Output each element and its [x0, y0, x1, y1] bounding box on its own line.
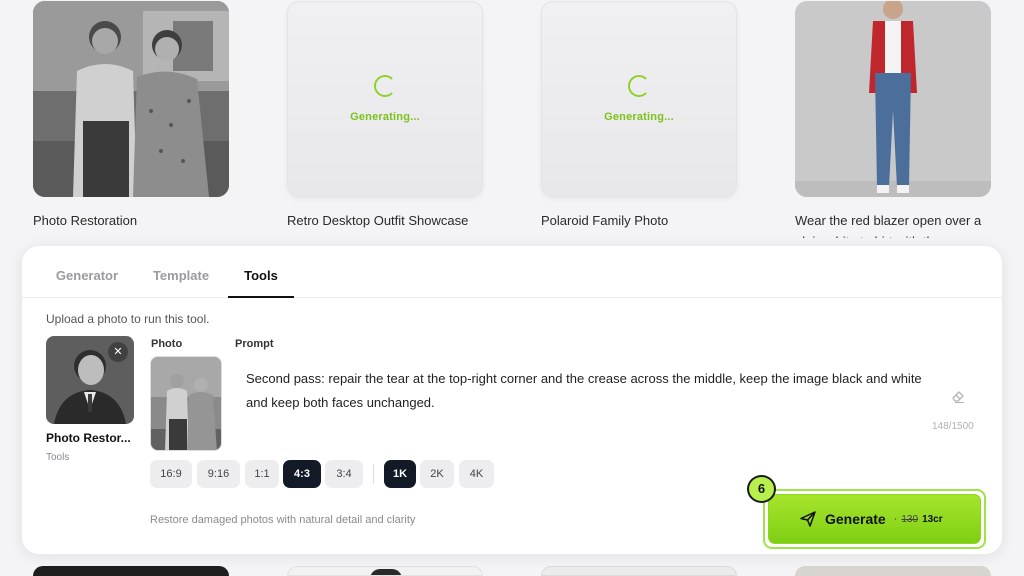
old-price: 130 [901, 513, 919, 525]
send-icon [800, 511, 816, 527]
card-title: Wear the red blazer open over a plain wh… [795, 213, 982, 238]
resolution-2k-chip[interactable]: 2K [420, 460, 454, 488]
vintage-couple-image[interactable] [33, 1, 229, 197]
aspect-16-9-chip[interactable]: 16:9 [150, 460, 192, 488]
card-title: Photo Restoration [33, 213, 138, 228]
gallery-card-retro-desktop[interactable]: Generating... Retro Desktop Outfit Showc… [287, 1, 483, 231]
gallery-card-peek[interactable] [33, 566, 229, 576]
eraser-icon[interactable] [950, 388, 966, 404]
tab-template[interactable]: Template [144, 246, 218, 298]
panel-tabs: Generator Template Tools [22, 246, 1002, 298]
generate-button[interactable]: Generate · 130 13cr [768, 494, 981, 544]
prompt-input[interactable]: Second pass: repair the tear at the top-… [246, 367, 936, 415]
card-title: Polaroid Family Photo [541, 213, 669, 228]
generate-button-frame: Generate · 130 13cr [763, 489, 986, 549]
character-counter: 148/1500 [932, 421, 974, 432]
photo-label: Photo [151, 338, 183, 350]
spinner-icon [374, 75, 396, 97]
gallery-card-peek[interactable] [287, 566, 483, 576]
tab-generator[interactable]: Generator [48, 246, 126, 298]
upload-hint: Upload a photo to run this tool. [46, 312, 210, 326]
chip-divider [373, 464, 374, 484]
spinner-icon [628, 75, 650, 97]
uploaded-photo[interactable] [150, 356, 222, 451]
aspect-1-1-chip[interactable]: 1:1 [245, 460, 279, 488]
card-title: Retro Desktop Outfit Showcase [287, 213, 469, 228]
aspect-4-3-chip[interactable]: 4:3 [283, 460, 321, 488]
selected-tool-image[interactable]: ✕ [46, 336, 134, 424]
generating-status: Generating... [604, 111, 674, 123]
price-separator: · [893, 513, 898, 525]
gallery-card-peek[interactable] [541, 566, 737, 576]
credit-price: 13cr [922, 513, 943, 525]
woman-red-blazer-image[interactable] [795, 1, 991, 197]
aspect-3-4-chip[interactable]: 3:4 [325, 460, 363, 488]
generate-label: Generate [825, 511, 886, 527]
generating-status: Generating... [350, 111, 420, 123]
selected-tool-category: Tools [46, 452, 70, 463]
loading-placeholder: Generating... [541, 1, 737, 197]
aspect-9-16-chip[interactable]: 9:16 [197, 460, 240, 488]
gallery-card-peek[interactable] [795, 566, 991, 576]
gallery-card-red-blazer[interactable]: Wear the red blazer open over a plain wh… [795, 1, 991, 238]
gallery-card-polaroid-family[interactable]: Generating... Polaroid Family Photo [541, 1, 737, 231]
resolution-4k-chip[interactable]: 4K [459, 460, 494, 488]
tab-tools[interactable]: Tools [228, 246, 294, 298]
close-icon[interactable]: ✕ [108, 342, 128, 362]
tool-description: Restore damaged photos with natural deta… [150, 514, 416, 526]
step-badge: 6 [747, 475, 776, 503]
resolution-1k-chip[interactable]: 1K [384, 460, 416, 488]
selected-tool-name: Photo Restor... [46, 431, 131, 445]
prompt-label: Prompt [235, 338, 274, 350]
gallery-card-photo-restoration[interactable]: Photo Restoration [33, 1, 229, 231]
loading-placeholder: Generating... [287, 1, 483, 197]
